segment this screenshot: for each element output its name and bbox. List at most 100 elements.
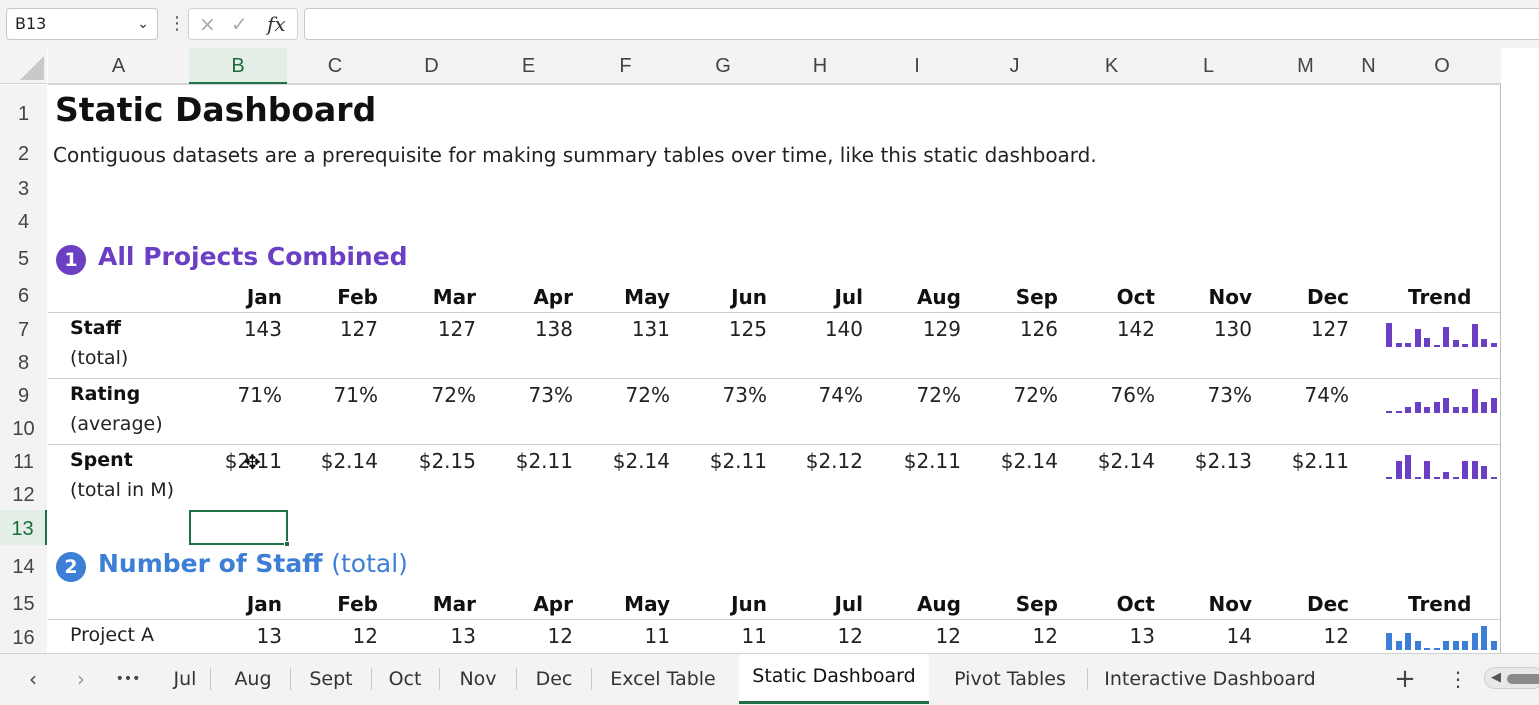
row-header-9[interactable]: 9: [0, 378, 47, 411]
cell-value[interactable]: $2.12: [773, 449, 863, 473]
select-all-button[interactable]: [0, 48, 47, 84]
cell-value[interactable]: 126: [968, 317, 1058, 341]
sheet-tab-dec[interactable]: Dec: [519, 654, 589, 704]
row-header-6[interactable]: 6: [0, 277, 47, 312]
row-header-2[interactable]: 2: [0, 134, 47, 170]
cell-value[interactable]: 130: [1162, 317, 1252, 341]
cell-value[interactable]: 73%: [677, 383, 767, 407]
column-header-a[interactable]: A: [48, 48, 189, 84]
cell-value[interactable]: $2.14: [968, 449, 1058, 473]
cell-value[interactable]: 12: [968, 624, 1058, 648]
row-header-8[interactable]: 8: [0, 345, 47, 378]
column-header-o[interactable]: O: [1383, 48, 1501, 84]
worksheet[interactable]: ABCDEFGHIJKLMNO 1 2 3 4 5 6 7 8 9 10 11 12 13 14 15 16 …: [0, 48, 1539, 653]
cell-value[interactable]: 74%: [773, 383, 863, 407]
cell-value[interactable]: 74%: [1259, 383, 1349, 407]
chevron-down-icon[interactable]: ⌄: [137, 9, 149, 39]
cell-value[interactable]: 140: [773, 317, 863, 341]
sheet-options-icon[interactable]: ⋮: [1443, 654, 1473, 704]
column-header-i[interactable]: I: [868, 48, 966, 84]
cell-value[interactable]: 73%: [1162, 383, 1252, 407]
cell-value[interactable]: 127: [288, 317, 378, 341]
column-header-m[interactable]: M: [1257, 48, 1354, 84]
cell-value[interactable]: $2.14: [288, 449, 378, 473]
cell-value[interactable]: $2.11: [1259, 449, 1349, 473]
row-header-1[interactable]: 1: [0, 85, 47, 134]
cell-value[interactable]: $2.11: [677, 449, 767, 473]
cell-value[interactable]: $2.11: [483, 449, 573, 473]
cell-value[interactable]: 71%: [288, 383, 378, 407]
cell-value[interactable]: 72%: [871, 383, 961, 407]
cell-value[interactable]: $2.11: [192, 449, 282, 473]
name-box[interactable]: B13 ⌄: [6, 8, 158, 40]
column-header-k[interactable]: K: [1063, 48, 1160, 84]
cell-value[interactable]: 12: [288, 624, 378, 648]
row-header-4[interactable]: 4: [0, 204, 47, 237]
sheet-tab-static-dashboard[interactable]: Static Dashboard: [739, 654, 929, 704]
cell-value[interactable]: 13: [1065, 624, 1155, 648]
cell-value[interactable]: 129: [871, 317, 961, 341]
sheet-tab-interactive-dashboard[interactable]: Interactive Dashboard: [1088, 654, 1332, 704]
sheet-tab-pivot-tables[interactable]: Pivot Tables: [935, 654, 1085, 704]
selected-cell-b13[interactable]: [189, 510, 290, 547]
cell-value[interactable]: 11: [677, 624, 767, 648]
column-header-e[interactable]: E: [480, 48, 577, 84]
cell-value[interactable]: 14: [1162, 624, 1252, 648]
column-header-l[interactable]: L: [1160, 48, 1257, 84]
row-header-16[interactable]: 16: [0, 619, 47, 653]
scrollbar-thumb[interactable]: [1507, 674, 1539, 684]
cancel-icon[interactable]: ×: [199, 9, 216, 39]
cell-value[interactable]: 72%: [580, 383, 670, 407]
sheet-tab-excel-table[interactable]: Excel Table: [594, 654, 732, 704]
row-header-5[interactable]: 5: [0, 237, 47, 277]
cell-value[interactable]: 12: [871, 624, 961, 648]
column-header-j[interactable]: J: [966, 48, 1063, 84]
cell-value[interactable]: 71%: [192, 383, 282, 407]
cell-value[interactable]: 73%: [483, 383, 573, 407]
cell-value[interactable]: $2.13: [1162, 449, 1252, 473]
cell-value[interactable]: 127: [1259, 317, 1349, 341]
cell-value[interactable]: $2.14: [580, 449, 670, 473]
column-header-n[interactable]: N: [1354, 48, 1383, 84]
sheet-tab-jul[interactable]: Jul: [162, 654, 208, 704]
insert-function-icon[interactable]: fx: [267, 9, 286, 39]
cell-value[interactable]: 13: [192, 624, 282, 648]
cell-value[interactable]: 138: [483, 317, 573, 341]
column-header-c[interactable]: C: [287, 48, 383, 84]
cell-value[interactable]: 72%: [386, 383, 476, 407]
cell-value[interactable]: 127: [386, 317, 476, 341]
add-sheet-button[interactable]: +: [1390, 654, 1420, 704]
scroll-left-arrow-icon[interactable]: ◀: [1491, 668, 1501, 688]
cell-value[interactable]: $2.14: [1065, 449, 1155, 473]
cell-value[interactable]: 12: [773, 624, 863, 648]
horizontal-scrollbar[interactable]: ◀: [1484, 667, 1539, 689]
cell-value[interactable]: 13: [386, 624, 476, 648]
column-header-b[interactable]: B: [189, 48, 287, 84]
column-header-d[interactable]: D: [383, 48, 480, 84]
cell-value[interactable]: 12: [1259, 624, 1349, 648]
more-sheets-icon[interactable]: •••: [113, 654, 143, 704]
cell-value[interactable]: 125: [677, 317, 767, 341]
cell-value[interactable]: 142: [1065, 317, 1155, 341]
sheet-tab-oct[interactable]: Oct: [373, 654, 437, 704]
row-header-10[interactable]: 10: [0, 411, 47, 444]
column-header-h[interactable]: H: [772, 48, 868, 84]
cell-value[interactable]: 12: [483, 624, 573, 648]
enter-icon[interactable]: ✓: [231, 9, 248, 39]
sheet-tab-aug[interactable]: Aug: [218, 654, 288, 704]
fill-handle[interactable]: [284, 541, 290, 547]
cell-value[interactable]: $2.15: [386, 449, 476, 473]
row-header-3[interactable]: 3: [0, 170, 47, 204]
column-header-f[interactable]: F: [577, 48, 674, 84]
tab-scroll-right-icon[interactable]: ›: [66, 654, 96, 704]
sheet-tab-sept[interactable]: Sept: [293, 654, 369, 704]
row-header-14[interactable]: 14: [0, 545, 47, 585]
cell-value[interactable]: 11: [580, 624, 670, 648]
tab-scroll-left-icon[interactable]: ‹: [18, 654, 48, 704]
more-options-icon[interactable]: ⋮: [168, 10, 186, 38]
row-header-15[interactable]: 15: [0, 585, 47, 619]
cell-value[interactable]: 72%: [968, 383, 1058, 407]
row-header-11[interactable]: 11: [0, 444, 47, 477]
cell-value[interactable]: $2.11: [871, 449, 961, 473]
column-header-g[interactable]: G: [674, 48, 772, 84]
